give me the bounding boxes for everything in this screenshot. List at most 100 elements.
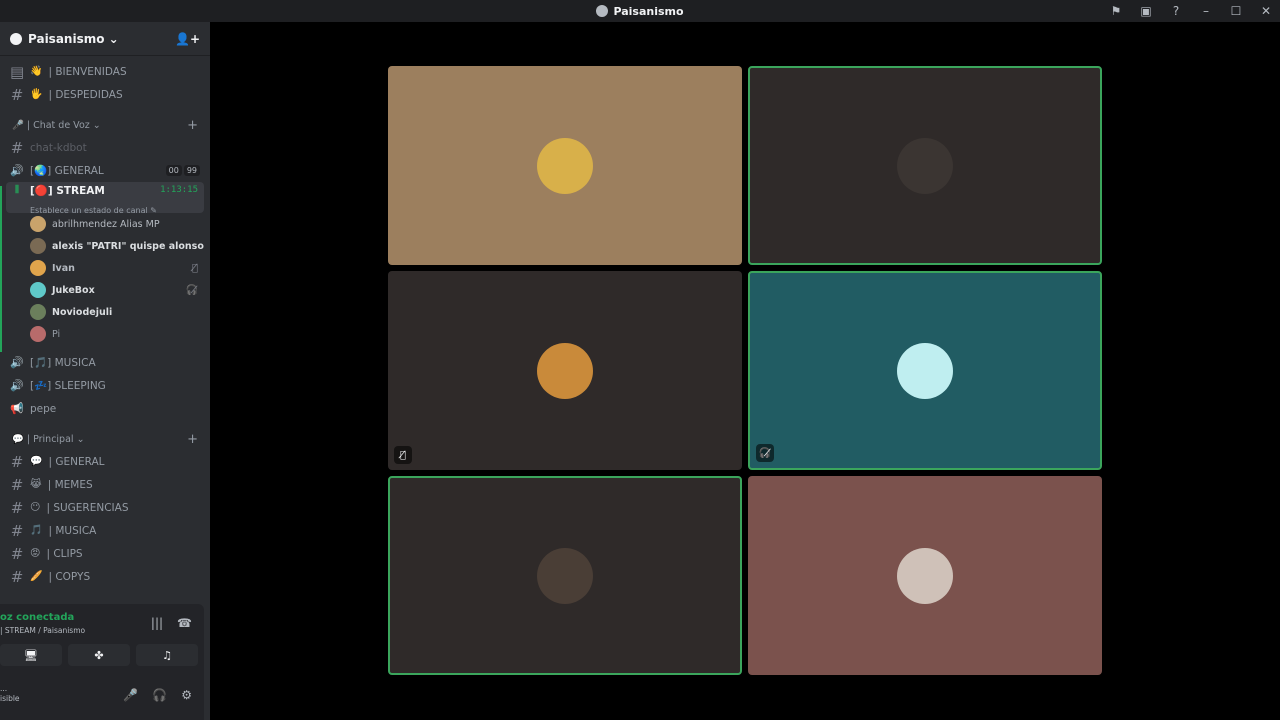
voice-member[interactable]: Noviodejuli — [0, 301, 210, 323]
server-icon — [596, 5, 609, 17]
call-timer: 1:13:15 — [160, 185, 198, 195]
member-name: Noviodejuli — [52, 306, 113, 318]
member-name: abrilhmendez Alias MP — [52, 218, 160, 230]
close-icon[interactable]: ✕ — [1258, 4, 1274, 18]
voice-channel-pepe[interactable]: 📢 pepe — [0, 397, 210, 420]
user-info[interactable]: ... isible — [0, 684, 20, 704]
channel-name: | MEMES — [47, 478, 93, 491]
activities-button[interactable]: ✤ — [68, 644, 130, 666]
voice-member[interactable]: Ivan 🎙̸ — [0, 257, 210, 279]
participant-tile[interactable]: 🎧̸ — [748, 271, 1102, 470]
category-principal[interactable]: 💬 | Principal ⌄ + — [0, 428, 210, 450]
hash-icon: # — [10, 521, 24, 540]
member-name: alexis "PATRI" quispe alonso — [52, 240, 204, 252]
participant-tile[interactable] — [388, 476, 742, 675]
voice-member[interactable]: abrilhmendez Alias MP — [0, 213, 210, 235]
category-voice[interactable]: 🎤 | Chat de Voz ⌄ + — [0, 114, 210, 136]
voice-stage: 🎙̸ 🎧̸ — [210, 22, 1280, 720]
add-channel-icon[interactable]: + — [187, 118, 198, 133]
deafened-icon: 🎧̸ — [185, 284, 198, 296]
avatar — [30, 238, 46, 254]
voice-connected-channel[interactable]: | STREAM / Paisanismo — [0, 626, 85, 635]
channel-name: | BIENVENIDAS — [48, 65, 127, 78]
avatar — [30, 282, 46, 298]
voice-channel-general[interactable]: 🔊 [🌏] GENERAL 00 99 — [0, 159, 210, 182]
channel-emoji: 🎵 — [30, 525, 43, 536]
channel-copys[interactable]: # 🥖 | COPYS — [0, 565, 210, 588]
channel-name: [💤] SLEEPING — [30, 380, 106, 392]
avatar — [537, 547, 593, 604]
voice-connection-panel: oz conectada | STREAM / Paisanismo ||| ☎… — [0, 604, 204, 720]
avatar — [897, 342, 953, 399]
avatar — [537, 342, 593, 399]
speaker-icon: 🔊 — [10, 379, 24, 392]
soundboard-button[interactable]: ♫ — [136, 644, 198, 666]
avatar — [897, 547, 953, 604]
user-limit-badge: 99 — [183, 165, 200, 176]
channel-sugerencias[interactable]: # 😶 | SUGERENCIAS — [0, 496, 210, 519]
disconnect-icon[interactable]: ☎ — [177, 616, 192, 630]
channel-emoji: 😡 — [30, 548, 41, 559]
channel-name: | CLIPS — [46, 547, 83, 560]
server-icon — [10, 32, 22, 45]
channel-emoji: 👋 — [30, 66, 43, 77]
channel-clips[interactable]: # 😡 | CLIPS — [0, 542, 210, 565]
channel-kdbot[interactable]: # chat-kdbot — [0, 136, 210, 159]
category-label: 💬 | Principal ⌄ — [12, 433, 85, 445]
participant-tile[interactable] — [388, 66, 742, 265]
hash-icon: # — [10, 452, 24, 471]
voice-connected-status[interactable]: oz conectada — [0, 612, 74, 623]
channel-memes[interactable]: # 😹 | MEMES — [0, 473, 210, 496]
voice-channel-sleeping[interactable]: 🔊 [💤] SLEEPING — [0, 374, 210, 397]
participant-tile[interactable] — [748, 476, 1102, 675]
headphones-icon[interactable]: 🎧 — [152, 688, 167, 702]
help-icon[interactable]: ? — [1168, 4, 1184, 18]
window-title: Paisanismo — [596, 5, 684, 18]
avatar — [30, 260, 46, 276]
voice-member[interactable]: Pi — [0, 323, 210, 345]
rules-icon: ▤ — [10, 62, 25, 81]
channel-emoji: 🥖 — [30, 571, 43, 582]
member-name: JukeBox — [52, 284, 95, 296]
title-bar: Paisanismo ⚑ ▣ ? – ☐ ✕ — [0, 0, 1280, 22]
channel-name: | COPYS — [48, 570, 91, 583]
maximize-icon[interactable]: ☐ — [1228, 4, 1244, 18]
channel-bienvenidas[interactable]: ▤ 👋 | BIENVENIDAS — [0, 60, 210, 83]
member-name: Pi — [52, 328, 61, 340]
noise-suppression-icon[interactable]: ||| — [151, 616, 163, 630]
settings-icon[interactable]: ⚙ — [181, 688, 192, 702]
channel-despedidas[interactable]: # 🖐 | DESPEDIDAS — [0, 83, 210, 106]
hash-icon: # — [10, 544, 24, 563]
inbox-icon[interactable]: ▣ — [1138, 4, 1154, 18]
channel-name: | MUSICA — [48, 524, 97, 537]
hash-icon: # — [10, 85, 24, 104]
voice-member[interactable]: alexis "PATRI" quispe alonso — [0, 235, 210, 257]
participant-tile[interactable]: 🎙̸ — [388, 271, 742, 470]
participant-tile[interactable] — [748, 66, 1102, 265]
screen-share-button[interactable]: 🖥 — [0, 644, 62, 666]
minimize-icon[interactable]: – — [1198, 4, 1214, 18]
channel-name: | SUGERENCIAS — [46, 501, 129, 514]
deafened-icon: 🎧̸ — [756, 444, 774, 462]
voice-member[interactable]: JukeBox 🎧̸ — [0, 279, 210, 301]
speaker-icon: 🔊 — [10, 356, 24, 369]
voice-channel-stream[interactable]: 𝍪 [🔴] STREAM 1:13:15 Establece un estado… — [6, 182, 204, 215]
hash-icon: # — [10, 475, 24, 494]
microphone-icon[interactable]: 🎤 — [123, 688, 138, 702]
avatar — [30, 326, 46, 342]
flag-icon[interactable]: ⚑ — [1108, 4, 1124, 18]
channel-general[interactable]: # 💬 | GENERAL — [0, 450, 210, 473]
hash-icon: # — [10, 567, 24, 586]
channel-musica[interactable]: # 🎵 | MUSICA — [0, 519, 210, 542]
channel-emoji: 😹 — [30, 479, 42, 490]
channel-emoji: 🖐 — [30, 89, 43, 100]
add-channel-icon[interactable]: + — [187, 432, 198, 447]
avatar — [537, 137, 593, 194]
live-audio-icon: 𝍪 — [15, 182, 19, 196]
avatar — [897, 137, 953, 194]
add-member-icon[interactable]: 👤+ — [175, 32, 200, 46]
channel-name: pepe — [30, 402, 57, 415]
voice-channel-musica[interactable]: 🔊 [🎵] MUSICA — [0, 351, 210, 374]
member-name: Ivan — [52, 262, 75, 274]
server-header[interactable]: Paisanismo ⌄ 👤+ — [0, 22, 210, 56]
